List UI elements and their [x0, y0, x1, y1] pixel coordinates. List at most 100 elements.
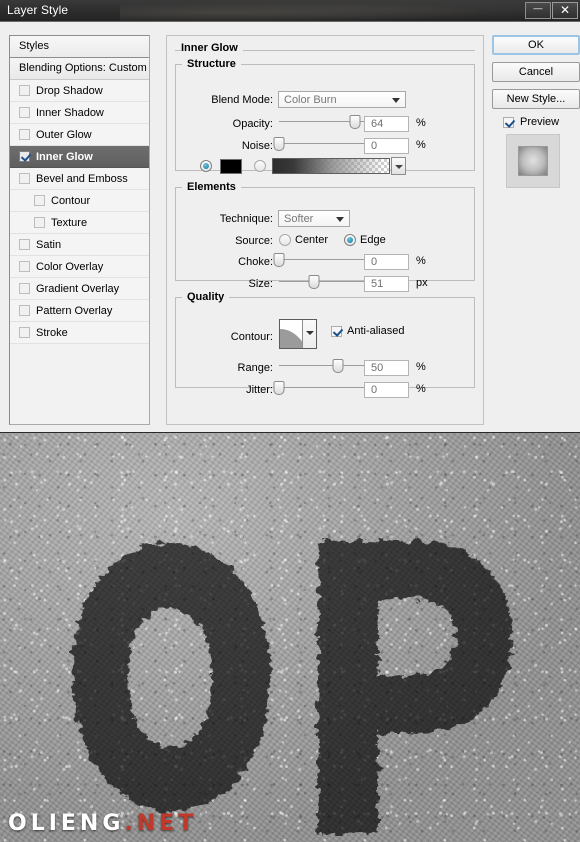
chevron-down-icon [392, 98, 400, 103]
checkbox-icon[interactable] [34, 217, 45, 228]
style-row-inner-glow[interactable]: Inner Glow [10, 146, 149, 168]
minimize-button[interactable]: — [525, 1, 551, 19]
checkbox-icon[interactable] [34, 195, 45, 206]
preview-checkbox[interactable]: Preview [503, 116, 576, 128]
noise-unit: % [416, 139, 426, 151]
cancel-button[interactable]: Cancel [492, 62, 580, 82]
source-center-radio[interactable] [279, 234, 291, 246]
slider-thumb[interactable] [273, 253, 285, 267]
style-row-label: Inner Shadow [36, 106, 104, 119]
chevron-down-icon [395, 165, 403, 169]
style-row-stroke[interactable]: Stroke [10, 322, 149, 344]
chevron-down-icon [336, 217, 344, 222]
opacity-unit: % [416, 117, 426, 129]
checkbox-icon[interactable] [19, 239, 30, 250]
technique-select[interactable]: Softer [278, 210, 350, 227]
close-icon[interactable]: ✕ [552, 1, 578, 19]
slider-thumb[interactable] [332, 359, 344, 373]
style-row-gradient-overlay[interactable]: Gradient Overlay [10, 278, 149, 300]
jitter-label: Jitter: [246, 384, 273, 396]
checkbox-icon[interactable] [19, 173, 30, 184]
style-row-inner-shadow[interactable]: Inner Shadow [10, 102, 149, 124]
style-row-bevel-and-emboss[interactable]: Bevel and Emboss [10, 168, 149, 190]
checkbox-icon[interactable] [19, 85, 30, 96]
style-row-label: Gradient Overlay [36, 282, 120, 295]
checkbox-icon[interactable] [19, 129, 30, 140]
range-unit: % [416, 361, 426, 373]
gradient-picker-button[interactable] [391, 157, 406, 175]
slider-thumb[interactable] [273, 137, 285, 151]
titlebar: Layer Style — ✕ [0, 0, 580, 22]
source-label: Source: [235, 235, 273, 247]
contour-dropdown-button[interactable] [302, 320, 316, 348]
opacity-label: Opacity: [232, 118, 273, 130]
blend-mode-select[interactable]: Color Burn [278, 91, 406, 108]
opacity-input[interactable]: 64 [364, 116, 409, 132]
slider-thumb[interactable] [273, 381, 285, 395]
slider-thumb[interactable] [349, 115, 361, 129]
window-controls: — ✕ [524, 0, 578, 20]
blend-mode-value: Color Burn [284, 94, 337, 106]
style-row-label: Satin [36, 238, 62, 251]
style-row-label: Drop Shadow [36, 84, 103, 97]
checkbox-icon[interactable] [19, 151, 30, 162]
style-row-label: Contour [51, 194, 91, 207]
slider-thumb[interactable] [308, 275, 320, 289]
style-row-color-overlay[interactable]: Color Overlay [10, 256, 149, 278]
app-window: Layer Style — ✕ Styles Blending Options:… [0, 0, 580, 842]
checkbox-icon[interactable] [19, 107, 30, 118]
blend-mode-label: Blend Mode: [211, 94, 273, 106]
style-row-texture[interactable]: Texture [10, 212, 149, 234]
preview-swatch [518, 146, 548, 176]
document-canvas-photo: OLIENG.NET [0, 432, 580, 842]
blending-options-row[interactable]: Blending Options: Custom [10, 58, 149, 80]
style-row-drop-shadow[interactable]: Drop Shadow [10, 80, 149, 102]
style-row-outer-glow[interactable]: Outer Glow [10, 124, 149, 146]
style-row-satin[interactable]: Satin [10, 234, 149, 256]
window-title: Layer Style [7, 3, 69, 17]
contour-label: Contour: [230, 331, 273, 343]
anti-aliased-label: Anti-aliased [347, 325, 405, 337]
contour-preset-picker[interactable] [279, 319, 317, 349]
jitter-unit: % [416, 383, 426, 395]
style-row-label: Stroke [36, 326, 68, 339]
style-preview-thumbnail [506, 134, 560, 188]
choke-label: Choke: [238, 256, 273, 268]
jitter-input[interactable]: 0 [364, 382, 409, 398]
new-style-button[interactable]: New Style... [492, 89, 580, 109]
site-watermark: OLIENG.NET [8, 811, 197, 836]
style-row-contour[interactable]: Contour [10, 190, 149, 212]
styles-list-header[interactable]: Styles [10, 36, 149, 58]
gradient-preview[interactable] [272, 158, 390, 174]
layer-style-dialog: Styles Blending Options: Custom Drop Sha… [0, 22, 580, 430]
structure-legend: Structure [187, 58, 236, 70]
style-row-label: Inner Glow [36, 150, 93, 163]
source-edge-radio[interactable] [344, 234, 356, 246]
checkbox-icon[interactable] [19, 305, 30, 316]
checkbox-icon[interactable] [19, 283, 30, 294]
chevron-down-icon [306, 331, 314, 335]
noise-label: Noise: [241, 140, 273, 152]
source-edge-label: Edge [360, 234, 386, 246]
style-row-label: Outer Glow [36, 128, 92, 141]
choke-unit: % [416, 255, 426, 267]
choke-input[interactable]: 0 [364, 254, 409, 270]
ok-button[interactable]: OK [492, 35, 580, 55]
range-input[interactable]: 50 [364, 360, 409, 376]
checkbox-icon[interactable] [19, 261, 30, 272]
fill-color-radio[interactable] [200, 160, 212, 172]
glow-color-swatch[interactable] [220, 159, 242, 174]
anti-aliased-checkbox[interactable]: Anti-aliased [331, 325, 404, 337]
structure-group: Structure Blend Mode: Color Burn Opacity… [175, 58, 475, 175]
size-input[interactable]: 51 [364, 276, 409, 292]
style-row-pattern-overlay[interactable]: Pattern Overlay [10, 300, 149, 322]
quality-group: Quality Contour: Anti-aliased Range: 50 … [175, 291, 475, 398]
style-row-label: Bevel and Emboss [36, 172, 128, 185]
watermark-main: OLIENG [8, 811, 125, 836]
watermark-suffix: .NET [124, 811, 198, 836]
quality-legend: Quality [187, 291, 225, 303]
size-unit: px [416, 277, 428, 289]
checkbox-icon[interactable] [19, 327, 30, 338]
noise-input[interactable]: 0 [364, 138, 409, 154]
fill-gradient-radio[interactable] [254, 160, 266, 172]
